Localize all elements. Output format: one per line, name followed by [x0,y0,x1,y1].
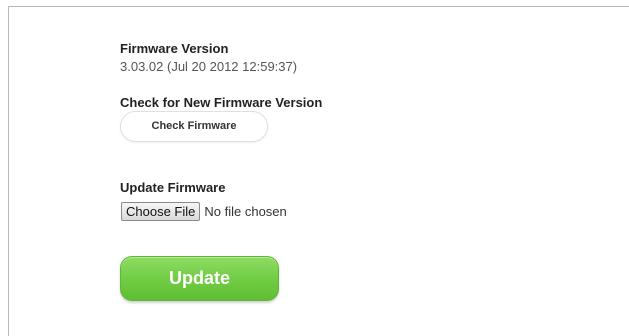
content-panel [8,6,629,336]
firmware-version-value: 3.03.02 (Jul 20 2012 12:59:37) [120,59,298,74]
choose-file-button[interactable]: Choose File [121,202,201,221]
check-firmware-label: Check for New Firmware Version [120,95,323,110]
file-status-text: No file chosen [204,204,287,219]
update-firmware-label: Update Firmware [120,180,226,195]
file-input[interactable]: Choose File No file chosen [121,201,287,222]
update-button[interactable]: Update [120,256,279,301]
firmware-version-label: Firmware Version [120,41,229,56]
check-firmware-button[interactable]: Check Firmware [120,111,268,142]
